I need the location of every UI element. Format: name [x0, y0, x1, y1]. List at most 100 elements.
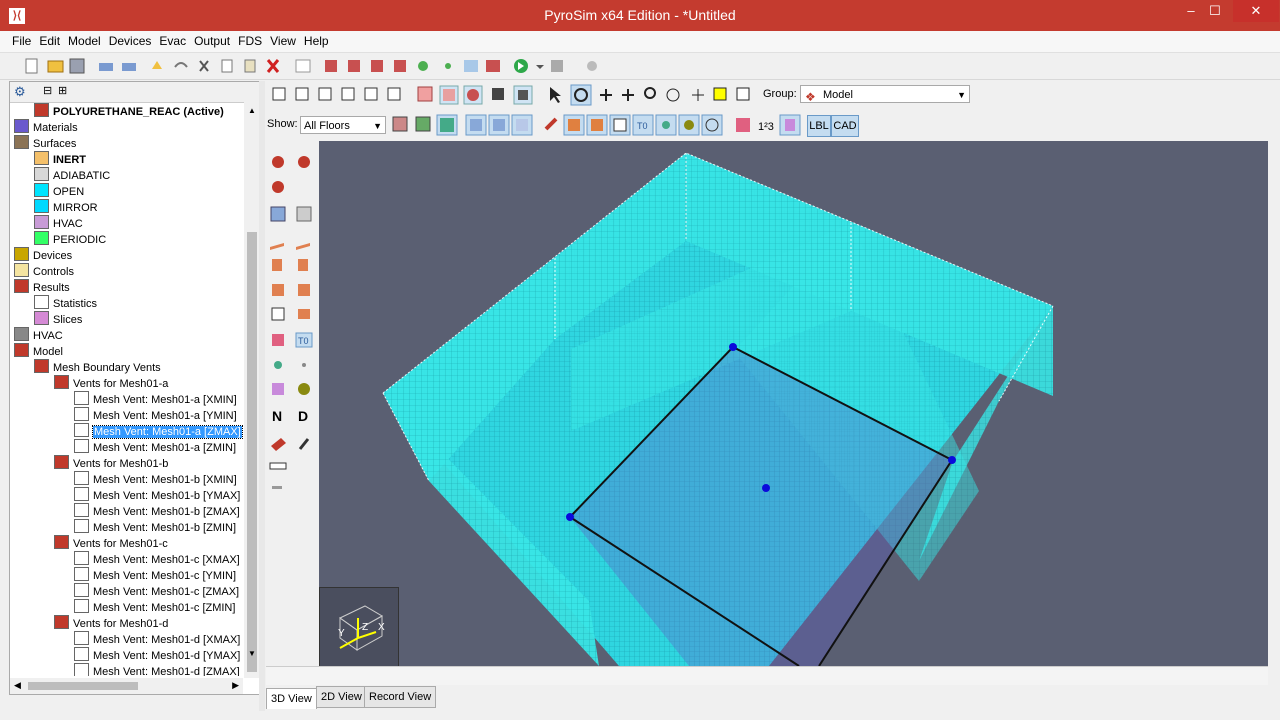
menu-bar: File Edit Model Devices Evac Output FDS View Hel…: [0, 31, 1280, 53]
tree-item-label: Results: [33, 282, 70, 294]
tree-item[interactable]: OPEN: [34, 183, 84, 199]
tree-item[interactable]: HVAC: [14, 327, 63, 343]
tree-item[interactable]: Mesh Vent: Mesh01-d [ZMAX]: [74, 663, 240, 676]
menu-edit[interactable]: Edit: [35, 31, 64, 48]
tree-item[interactable]: Mesh Vent: Mesh01-d [XMAX]: [74, 631, 240, 647]
model-icon: [14, 343, 29, 357]
menu-view[interactable]: View: [266, 31, 300, 48]
surface-swatch-icon: [34, 167, 49, 181]
tab-3d-view[interactable]: 3D View: [266, 688, 317, 709]
tree-item[interactable]: HVAC: [34, 215, 83, 231]
d-tool-label: D: [298, 408, 308, 424]
vent-icon: [74, 567, 89, 581]
view-toolbar-1-icons[interactable]: [266, 81, 766, 109]
tree-item[interactable]: Mesh Boundary Vents: [34, 359, 161, 375]
tree-item[interactable]: Mesh Vent: Mesh01-c [ZMIN]: [74, 599, 235, 615]
tree-item[interactable]: Mesh Vent: Mesh01-d [YMAX]: [74, 647, 240, 663]
close-icon[interactable]: ✕: [1233, 0, 1279, 22]
cad-button[interactable]: CAD: [831, 115, 859, 137]
tree-item-label: Model: [33, 346, 63, 358]
tree-item-label: OPEN: [53, 186, 85, 198]
main-toolbar-icons[interactable]: [0, 53, 620, 79]
scroll-right-icon[interactable]: ▶: [232, 680, 239, 691]
tree-item[interactable]: Mesh Vent: Mesh01-b [ZMAX]: [74, 503, 240, 519]
tree-item[interactable]: Surfaces: [14, 135, 76, 151]
tree-item[interactable]: Mesh Vent: Mesh01-c [YMIN]: [74, 567, 236, 583]
materials-icon: [14, 119, 29, 133]
3d-viewport[interactable]: [319, 141, 1268, 666]
maximize-icon[interactable]: ☐: [1200, 0, 1230, 22]
menu-fds[interactable]: FDS: [234, 31, 266, 48]
tree-item[interactable]: Mesh Vent: Mesh01-a [ZMAX]: [74, 423, 243, 439]
devices-icon: [14, 247, 29, 261]
vent-icon: [74, 391, 89, 405]
tree-item[interactable]: INERT: [34, 151, 86, 167]
tree-item[interactable]: Materials: [14, 119, 78, 135]
tree-item[interactable]: Devices: [14, 247, 72, 263]
tree-item[interactable]: Vents for Mesh01-b: [54, 455, 168, 471]
orientation-cube[interactable]: Y Z X: [319, 587, 399, 667]
tree-view-icon[interactable]: ⚙: [14, 84, 26, 100]
tree-item-label: Devices: [33, 250, 73, 262]
tree-item[interactable]: Vents for Mesh01-d: [54, 615, 168, 631]
hscroll-thumb[interactable]: [28, 682, 138, 690]
tree-item[interactable]: MIRROR: [34, 199, 98, 215]
tree-item[interactable]: Mesh Vent: Mesh01-c [XMAX]: [74, 551, 240, 567]
tree-item[interactable]: Mesh Vent: Mesh01-a [YMIN]: [74, 407, 237, 423]
vent-icon: [74, 663, 89, 676]
group-icon: ❖: [805, 90, 816, 104]
tree-item[interactable]: Vents for Mesh01-c: [54, 535, 168, 551]
tree-item[interactable]: Mesh Vent: Mesh01-a [ZMIN]: [74, 439, 236, 455]
tree-horizontal-scrollbar[interactable]: ◀ ▶: [10, 678, 243, 694]
viewport-scrollbar[interactable]: [266, 666, 1268, 685]
tree-item-label: Mesh Vent: Mesh01-a [ZMIN]: [93, 442, 237, 454]
surfaces-icon: [14, 135, 29, 149]
floor-select[interactable]: All Floors ▼: [300, 116, 386, 134]
tree-item[interactable]: Mesh Vent: Mesh01-b [XMIN]: [74, 471, 237, 487]
panel-splitter[interactable]: [259, 81, 265, 711]
menu-file[interactable]: File: [8, 31, 35, 48]
tree-list[interactable]: POLYURETHANE_REAC (Active) Materials Surfa…: [10, 102, 243, 676]
vent-icon: [74, 647, 89, 661]
vent-icon: [74, 471, 89, 485]
tree-item[interactable]: PERIODIC: [34, 231, 106, 247]
group-label: Group:: [763, 88, 797, 100]
tree-item[interactable]: POLYURETHANE_REAC (Active): [34, 103, 224, 119]
scroll-thumb[interactable]: [247, 232, 257, 672]
show-label: Show:: [267, 118, 298, 130]
view-toolbar-2: Show: All Floors ▼ T0 1²3 LBL CAD: [266, 111, 1280, 139]
tree-item[interactable]: ADIABATIC: [34, 167, 110, 183]
tree-item[interactable]: Model: [14, 343, 63, 359]
tree-item-label: Mesh Vent: Mesh01-b [ZMIN]: [93, 522, 237, 534]
tree-item-label: Mesh Vent: Mesh01-c [YMIN]: [93, 570, 237, 582]
lbl-button[interactable]: LBL: [807, 115, 831, 137]
tab-record-view[interactable]: Record View: [364, 686, 437, 708]
tree-item[interactable]: Results: [14, 279, 70, 295]
menu-help[interactable]: Help: [300, 31, 333, 48]
vent-icon: [74, 583, 89, 597]
drawing-tools-icons[interactable]: T0 N D: [266, 141, 318, 491]
scroll-left-icon[interactable]: ◀: [14, 680, 21, 691]
group-icon: [54, 375, 69, 389]
menu-output[interactable]: Output: [190, 31, 234, 48]
collapse-all-icon[interactable]: ⊟: [43, 84, 52, 97]
expand-all-icon[interactable]: ⊞: [58, 84, 67, 97]
n-tool-label: N: [272, 408, 282, 424]
menu-devices[interactable]: Devices: [105, 31, 156, 48]
mesh-model-render[interactable]: [319, 141, 1268, 666]
tree-item[interactable]: Mesh Vent: Mesh01-a [XMIN]: [74, 391, 237, 407]
tree-item[interactable]: Mesh Vent: Mesh01-c [ZMAX]: [74, 583, 239, 599]
tab-2d-view[interactable]: 2D View: [316, 686, 367, 708]
menu-evac[interactable]: Evac: [155, 31, 190, 48]
tree-item[interactable]: Statistics: [34, 295, 97, 311]
scroll-up-icon[interactable]: ▲: [248, 106, 256, 115]
tree-item[interactable]: Mesh Vent: Mesh01-b [YMAX]: [74, 487, 240, 503]
tree-vertical-scrollbar[interactable]: ▲ ▼: [244, 102, 260, 678]
group-select[interactable]: ❖ Model ▼: [800, 85, 970, 104]
tree-item[interactable]: Slices: [34, 311, 82, 327]
scroll-down-icon[interactable]: ▼: [248, 649, 256, 658]
tree-item[interactable]: Vents for Mesh01-a: [54, 375, 168, 391]
tree-item[interactable]: Mesh Vent: Mesh01-b [ZMIN]: [74, 519, 236, 535]
menu-model[interactable]: Model: [64, 31, 105, 48]
tree-item[interactable]: Controls: [14, 263, 74, 279]
